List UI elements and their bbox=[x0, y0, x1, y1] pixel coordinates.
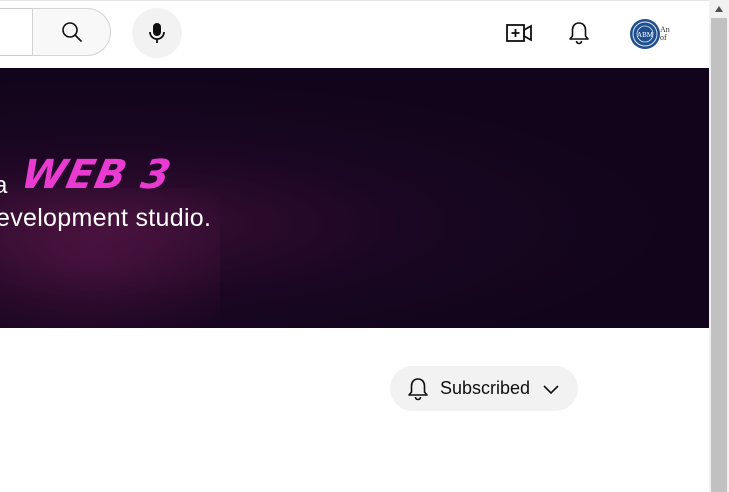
avatar-caption: An of bbox=[660, 26, 670, 42]
channel-banner bbox=[0, 68, 709, 328]
banner-text-prefix: a bbox=[0, 172, 8, 199]
notifications-button[interactable] bbox=[562, 16, 596, 50]
subscribed-button[interactable]: Subscribed bbox=[390, 366, 578, 411]
search-input[interactable] bbox=[0, 8, 32, 56]
banner-web3-text: WEB 3 bbox=[17, 152, 176, 198]
chevron-down-icon bbox=[542, 383, 560, 395]
voice-search-button[interactable] bbox=[132, 8, 182, 58]
top-border bbox=[0, 0, 709, 1]
scroll-up-arrow[interactable] bbox=[709, 0, 729, 18]
banner-tagline: evelopment studio. bbox=[0, 204, 212, 232]
search-icon bbox=[61, 22, 82, 42]
top-bar: ABM An of bbox=[0, 0, 709, 68]
seal-logo-icon: ABM bbox=[632, 21, 658, 47]
account-avatar[interactable]: ABM bbox=[630, 19, 660, 49]
create-button[interactable] bbox=[502, 16, 536, 50]
video-plus-icon bbox=[506, 24, 532, 42]
arrow-up-icon bbox=[715, 6, 723, 12]
subscribed-label: Subscribed bbox=[440, 378, 531, 398]
bell-icon bbox=[408, 377, 428, 400]
microphone-icon bbox=[149, 23, 165, 43]
search-button[interactable] bbox=[32, 8, 111, 56]
scrollbar-thumb[interactable] bbox=[711, 18, 727, 492]
svg-text:ABM: ABM bbox=[637, 31, 654, 39]
bell-icon bbox=[569, 22, 589, 45]
